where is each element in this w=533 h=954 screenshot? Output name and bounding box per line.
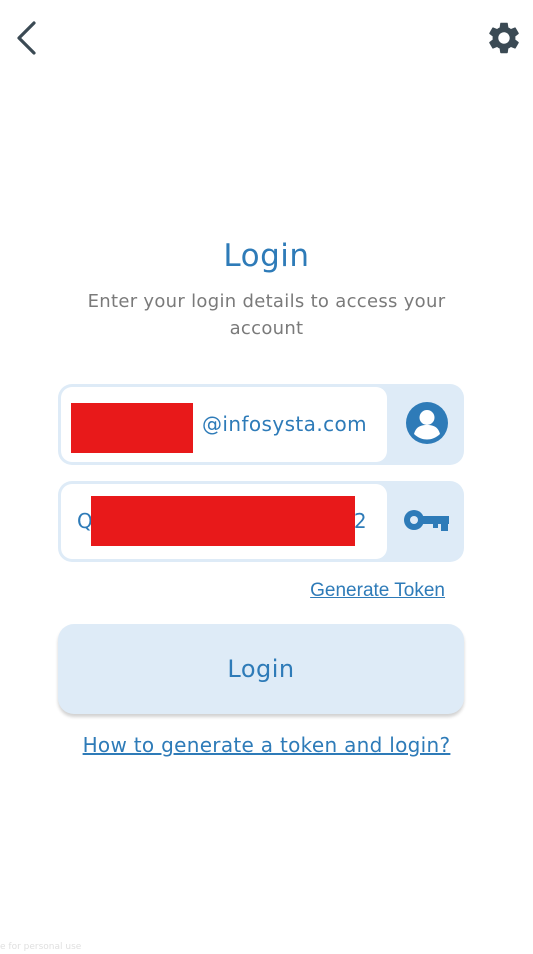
email-input[interactable]: @infosysta.com — [61, 387, 387, 462]
token-value-last-char: 2 — [353, 509, 367, 533]
user-circle-icon — [405, 401, 449, 449]
token-icon-slot — [390, 481, 464, 562]
page-subtitle: Enter your login details to access your … — [87, 291, 446, 339]
email-icon-slot — [390, 384, 464, 465]
help-link[interactable]: How to generate a token and login? — [70, 730, 463, 761]
email-redaction — [71, 403, 193, 453]
watermark: e for personal use — [0, 942, 82, 952]
back-button[interactable] — [8, 20, 44, 60]
token-input[interactable]: Q 2 — [61, 484, 387, 559]
email-field-container: @infosysta.com — [58, 384, 464, 465]
login-button[interactable]: Login — [58, 624, 464, 714]
email-value-suffix: @infosysta.com — [202, 412, 367, 436]
chevron-left-icon — [15, 21, 37, 59]
token-redaction — [91, 496, 355, 546]
settings-button[interactable] — [483, 19, 525, 61]
generate-token-link[interactable]: Generate Token — [310, 580, 445, 602]
key-icon — [403, 505, 451, 539]
page-title: Login — [223, 238, 310, 274]
gear-icon — [485, 19, 523, 61]
token-field-container: Q 2 — [58, 481, 464, 562]
